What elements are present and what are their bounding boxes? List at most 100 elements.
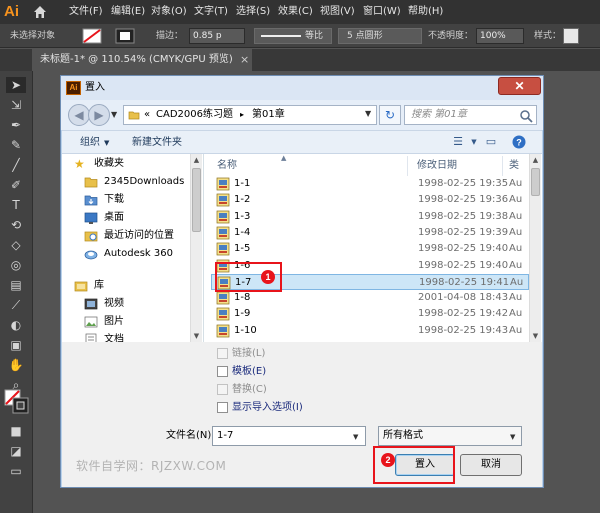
filename-input[interactable]: 1-7 ▼: [212, 426, 366, 446]
stroke-swatch-icon[interactable]: [115, 28, 135, 44]
replace-checkbox[interactable]: [217, 384, 228, 395]
menu-select[interactable]: 选择(S): [236, 5, 270, 19]
file-row[interactable]: 1-9 1998-02-25 19:42 Au: [211, 306, 529, 322]
document-tab[interactable]: 未标题-1* @ 110.54% (CMYK/GPU 预览): [32, 49, 252, 71]
nav-item-videos[interactable]: 视频: [76, 296, 200, 312]
fill-swatch-icon[interactable]: [82, 28, 102, 44]
forward-arrow-icon[interactable]: ▶: [88, 104, 110, 126]
menu-view[interactable]: 视图(V): [320, 5, 355, 19]
nav-item-desktop[interactable]: 桌面: [76, 210, 200, 226]
file-row[interactable]: 1-1 1998-02-25 19:35 Au: [211, 176, 529, 192]
filename-dropdown-icon[interactable]: ▼: [353, 428, 358, 446]
menu-window[interactable]: 窗口(W): [363, 5, 401, 19]
file-row[interactable]: 1-3 1998-02-25 19:38 Au: [211, 209, 529, 225]
color-mode-icon[interactable]: ■: [6, 423, 26, 439]
curvature-tool-icon[interactable]: ✎: [6, 137, 26, 153]
screen-mode-icon[interactable]: ▭: [6, 463, 26, 479]
nav-item-2345downloads[interactable]: 2345Downloads: [76, 174, 200, 190]
hand-tool-icon[interactable]: ✋: [6, 357, 26, 373]
column-header-type[interactable]: 类: [509, 158, 519, 174]
eyedropper-tool-icon[interactable]: ⟋: [6, 297, 26, 313]
file-row[interactable]: 1-10 1998-02-25 19:43 Au: [211, 323, 529, 339]
shape-builder-tool-icon[interactable]: ◎: [6, 257, 26, 273]
draw-mode-icon[interactable]: ◪: [6, 443, 26, 459]
file-row[interactable]: 1-5 1998-02-25 19:40 Au: [211, 241, 529, 257]
column-divider[interactable]: [407, 156, 408, 176]
line-tool-icon[interactable]: ╱: [6, 157, 26, 173]
column-header-name[interactable]: 名称: [217, 158, 237, 174]
link-checkbox[interactable]: [217, 348, 228, 359]
filetype-select[interactable]: 所有格式 ▼: [378, 426, 522, 446]
style-swatch[interactable]: [563, 28, 579, 44]
scroll-down-icon[interactable]: ▼: [530, 330, 541, 342]
breadcrumb-separator-icon[interactable]: ▸: [240, 109, 244, 121]
template-checkbox[interactable]: [217, 366, 228, 377]
file-row[interactable]: 1-2 1998-02-25 19:36 Au: [211, 192, 529, 208]
recent-locations-chevron-icon[interactable]: ▼: [111, 108, 121, 122]
gradient-tool-icon[interactable]: ▤: [6, 277, 26, 293]
favorites-header[interactable]: ★ 收藏夹: [66, 156, 190, 172]
menu-effect[interactable]: 效果(C): [278, 5, 313, 19]
back-arrow-icon[interactable]: ◀: [68, 104, 90, 126]
file-name: 1-1: [234, 178, 251, 189]
eraser-tool-icon[interactable]: ◇: [6, 237, 26, 253]
menu-help[interactable]: 帮助(H): [408, 5, 443, 19]
type-tool-icon[interactable]: T: [6, 197, 26, 213]
help-icon[interactable]: ?: [510, 134, 528, 150]
scrollbar-thumb[interactable]: [531, 168, 540, 196]
nav-item-downloads[interactable]: 下载: [76, 192, 200, 208]
address-dropdown-icon[interactable]: ▼: [365, 109, 371, 118]
nav-item-recent-places[interactable]: 最近访问的位置: [76, 228, 200, 244]
paintbrush-tool-icon[interactable]: ✐: [6, 177, 26, 193]
scroll-up-icon[interactable]: ▲: [191, 154, 202, 166]
filetype-dropdown-icon[interactable]: ▼: [510, 428, 515, 446]
file-list-scrollbar[interactable]: ▲ ▼: [529, 154, 541, 342]
opacity-input[interactable]: 100%: [476, 28, 524, 44]
rotate-tool-icon[interactable]: ⟲: [6, 217, 26, 233]
nav-item-pictures[interactable]: 图片: [76, 314, 200, 330]
dialog-title: 置入: [85, 82, 105, 93]
document-tab-close-icon[interactable]: ×: [240, 49, 249, 71]
artboard-tool-icon[interactable]: ▣: [6, 337, 26, 353]
column-header-date[interactable]: 修改日期: [417, 158, 457, 174]
search-input[interactable]: 搜索 第01章: [404, 105, 537, 125]
cancel-button[interactable]: 取消: [460, 454, 522, 476]
dialog-close-button[interactable]: ✕: [498, 77, 541, 95]
pen-tool-icon[interactable]: ✒: [6, 117, 26, 133]
blend-tool-icon[interactable]: ◐: [6, 317, 26, 333]
show-import-checkbox[interactable]: [217, 402, 228, 413]
home-icon[interactable]: [33, 5, 47, 19]
file-row[interactable]: 1-4 1998-02-25 19:39 Au: [211, 225, 529, 241]
stroke-profile-select[interactable]: 等比: [254, 28, 332, 44]
scroll-down-icon[interactable]: ▼: [191, 330, 202, 342]
new-folder-button[interactable]: 新建文件夹: [132, 136, 182, 149]
refresh-icon[interactable]: ↻: [379, 105, 401, 125]
preview-pane-icon[interactable]: ▭: [482, 134, 500, 150]
autocad-file-icon: [216, 308, 230, 321]
direct-selection-tool-icon[interactable]: ⇲: [6, 97, 26, 113]
scroll-up-icon[interactable]: ▲: [530, 154, 541, 166]
view-options-chevron-icon[interactable]: ▼: [465, 134, 483, 150]
address-bar[interactable]: « CAD2006练习题 ▸ 第01章 ▼: [123, 105, 377, 125]
menu-file[interactable]: 文件(F): [69, 5, 103, 19]
menu-edit[interactable]: 编辑(E): [111, 5, 145, 19]
file-row[interactable]: 1-8 2001-04-08 18:43 Au: [211, 290, 529, 306]
breadcrumb-segment-1[interactable]: CAD2006练习题: [156, 109, 233, 121]
scrollbar-thumb[interactable]: [192, 168, 201, 232]
stroke-weight-input[interactable]: 0.85 p: [189, 28, 245, 44]
brush-select[interactable]: 5 点圆形: [338, 28, 422, 44]
file-date: 1998-02-25 19:40: [418, 243, 509, 255]
navigation-pane-scrollbar[interactable]: ▲ ▼: [190, 154, 202, 342]
organize-menu[interactable]: 组织 ▼: [80, 136, 109, 150]
menu-object[interactable]: 对象(O): [151, 5, 187, 19]
menu-type[interactable]: 文字(T): [194, 5, 228, 19]
nav-item-autodesk-360[interactable]: Autodesk 360: [76, 246, 200, 262]
nav-item-documents[interactable]: 文档: [76, 332, 200, 342]
libraries-header[interactable]: 库: [66, 278, 190, 294]
address-overflow[interactable]: «: [144, 109, 150, 121]
column-divider[interactable]: [502, 156, 503, 176]
fill-stroke-swatches-icon[interactable]: [4, 389, 30, 415]
search-icon[interactable]: [519, 109, 533, 123]
breadcrumb-segment-2[interactable]: 第01章: [252, 109, 285, 121]
selection-tool-icon[interactable]: ➤: [6, 77, 26, 93]
